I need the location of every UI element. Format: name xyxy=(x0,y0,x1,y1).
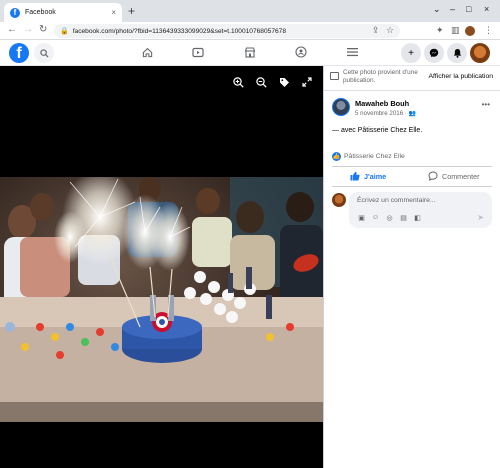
view-post-link[interactable]: Afficher la publication xyxy=(429,73,493,80)
zoom-in-icon[interactable] xyxy=(232,76,244,88)
more-options-icon[interactable]: ••• xyxy=(482,100,490,109)
audience-friends-icon: 👥 xyxy=(408,111,417,117)
reactions-summary[interactable]: 👍 Pâtisserie Chez Elle xyxy=(332,152,405,161)
reaction-name[interactable]: Pâtisserie Chez Elle xyxy=(344,153,405,160)
photo-image xyxy=(0,177,323,422)
album-notice-text: Cette photo provient d'une publication. xyxy=(343,69,418,84)
share-icon[interactable]: ⇪ xyxy=(372,25,380,36)
groups-icon[interactable] xyxy=(294,45,308,59)
extensions-icon[interactable]: ✦ xyxy=(436,25,444,36)
profile-avatar-icon[interactable] xyxy=(465,26,475,36)
comment-placeholder[interactable]: Écrivez un commentaire... xyxy=(357,197,436,204)
camera-icon[interactable]: ◎ xyxy=(385,213,394,222)
address-bar-row: ← → ↻ 🔒 facebook.com/photo/?fbid=1136439… xyxy=(0,22,500,40)
side-panel-icon[interactable]: ▥ xyxy=(451,25,460,36)
menu-icon[interactable] xyxy=(345,45,359,59)
author-name[interactable]: Mawaheb Bouh xyxy=(355,99,409,108)
tag-icon[interactable] xyxy=(278,76,290,88)
notifications-button[interactable] xyxy=(447,43,467,63)
like-label[interactable]: J'aime xyxy=(364,172,386,181)
maximize-button[interactable]: □ xyxy=(466,4,471,14)
new-tab-button[interactable]: + xyxy=(128,4,135,18)
watch-icon[interactable] xyxy=(191,45,205,59)
comment-button[interactable]: Commenter xyxy=(428,171,480,181)
plus-icon: + xyxy=(408,47,414,59)
bell-icon xyxy=(453,49,461,58)
tab-close-icon[interactable]: × xyxy=(111,8,116,17)
search-icon xyxy=(39,48,49,58)
fullscreen-icon[interactable] xyxy=(301,76,313,88)
minimize-button[interactable]: – xyxy=(450,4,455,14)
forward-icon[interactable]: → xyxy=(23,24,33,35)
comment-label[interactable]: Commenter xyxy=(442,172,480,181)
reload-icon[interactable]: ↻ xyxy=(39,24,47,35)
messenger-icon xyxy=(429,48,439,58)
gif-icon[interactable]: ▤ xyxy=(399,213,408,222)
lock-icon[interactable]: 🔒 xyxy=(60,27,69,35)
photo-viewer xyxy=(0,66,323,468)
bookmark-star-icon[interactable]: ☆ xyxy=(386,25,394,36)
facebook-logo-icon[interactable]: f xyxy=(9,43,29,63)
photo-details-panel: Cette photo provient d'une publication. … xyxy=(323,66,500,468)
tab-search-icon[interactable]: ⌄ xyxy=(433,4,441,15)
birthday-party-photo[interactable] xyxy=(0,177,323,422)
divider xyxy=(332,186,492,187)
comment-icon xyxy=(428,171,438,181)
like-button[interactable]: J'aime xyxy=(350,171,386,181)
author-avatar[interactable] xyxy=(332,98,350,116)
tagged-page-link[interactable]: Pâtisserie Chez Elle xyxy=(358,127,421,134)
search-button[interactable] xyxy=(34,43,54,63)
browser-menu-icon[interactable]: ⋮ xyxy=(484,25,493,36)
url-text[interactable]: facebook.com/photo/?fbid=113643933309902… xyxy=(73,28,286,35)
messenger-button[interactable] xyxy=(424,43,444,63)
like-reaction-icon: 👍 xyxy=(332,152,341,161)
tab-title: Facebook xyxy=(25,9,56,16)
post-date[interactable]: 5 novembre 2016 · 👥 xyxy=(355,110,416,117)
browser-tab-strip: f Facebook × + ⌄ – □ × xyxy=(0,0,500,22)
divider xyxy=(332,166,492,167)
caption-prefix: — avec xyxy=(332,127,356,134)
current-user-avatar[interactable] xyxy=(332,193,346,207)
create-button[interactable]: + xyxy=(401,43,421,63)
sticker-icon[interactable]: ◧ xyxy=(413,213,422,222)
album-icon xyxy=(330,72,339,80)
send-icon[interactable]: ➤ xyxy=(477,213,484,222)
emoji-icon[interactable]: ☺ xyxy=(371,213,380,222)
post-date-text[interactable]: 5 novembre 2016 · xyxy=(355,110,407,117)
account-avatar[interactable] xyxy=(470,43,490,63)
comment-tools: ▣ ☺ ◎ ▤ ◧ xyxy=(357,213,422,222)
caption-suffix: . xyxy=(420,127,423,134)
avatar-sticker-icon[interactable]: ▣ xyxy=(357,213,366,222)
back-icon[interactable]: ← xyxy=(7,24,17,35)
address-bar[interactable]: 🔒 facebook.com/photo/?fbid=1136439333099… xyxy=(54,24,400,38)
marketplace-icon[interactable] xyxy=(243,45,257,59)
home-icon[interactable] xyxy=(140,45,154,59)
close-window-button[interactable]: × xyxy=(484,4,489,14)
thumbs-up-icon xyxy=(350,171,360,181)
comment-input[interactable]: Écrivez un commentaire... ▣ ☺ ◎ ▤ ◧ ➤ xyxy=(349,192,492,228)
browser-tab[interactable]: f Facebook × xyxy=(4,3,122,22)
facebook-header: f + xyxy=(0,40,500,66)
post-caption: — avec Pâtisserie Chez Elle. xyxy=(332,127,422,134)
facebook-favicon-icon: f xyxy=(10,7,20,18)
zoom-out-icon[interactable] xyxy=(255,76,267,88)
album-notice: Cette photo provient d'une publication. … xyxy=(324,66,500,91)
